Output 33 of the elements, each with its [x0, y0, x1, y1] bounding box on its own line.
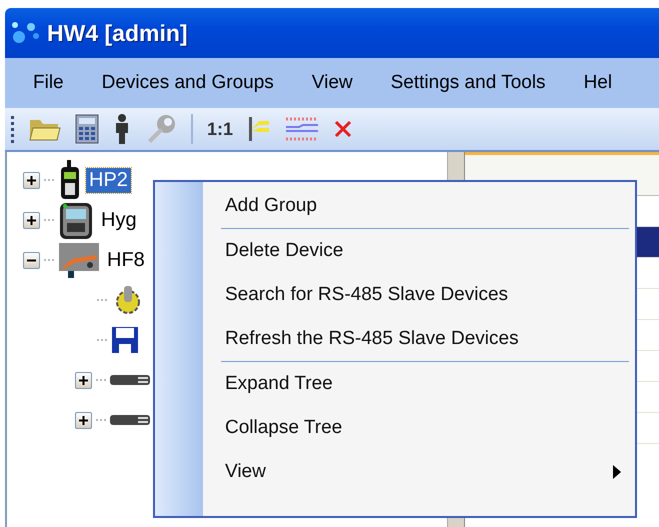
- person-icon[interactable]: [113, 114, 131, 144]
- submenu-entry[interactable]: View: [155, 450, 635, 494]
- expand-icon[interactable]: [26, 174, 37, 186]
- handheld-meter-icon: [58, 200, 94, 240]
- menu-item[interactable]: View: [312, 72, 353, 94]
- expand-icon[interactable]: [78, 414, 89, 426]
- expand-icon[interactable]: [78, 374, 89, 386]
- menu-item[interactable]: Settings and Tools: [390, 72, 546, 94]
- transmitter-icon: [58, 241, 100, 279]
- menu-entry[interactable]: Refresh the RS-485 Slave Devices: [155, 317, 635, 361]
- menu-item[interactable]: Hel: [584, 72, 612, 94]
- grip-icon: [11, 115, 15, 143]
- menu-entry[interactable]: Search for RS-485 Slave Devices: [155, 273, 635, 317]
- submenu-arrow-icon: [613, 465, 621, 479]
- line-chart-icon[interactable]: [285, 115, 320, 143]
- menu-entry[interactable]: Expand Tree: [155, 362, 635, 406]
- menu-entry[interactable]: Delete Device: [155, 229, 635, 273]
- expand-icon[interactable]: [26, 214, 37, 226]
- tree-item[interactable]: HF8: [104, 248, 148, 272]
- zoom-label[interactable]: 1:1: [207, 118, 234, 140]
- menu-item[interactable]: Devices and Groups: [102, 72, 274, 94]
- window-title: HW4 [admin]: [47, 20, 188, 46]
- close-icon[interactable]: [333, 119, 354, 139]
- flag-icon[interactable]: [247, 115, 272, 143]
- probe-icon: [110, 413, 150, 427]
- menu-entry[interactable]: Collapse Tree: [155, 406, 635, 450]
- calculator-icon[interactable]: [75, 114, 99, 144]
- menu-entry[interactable]: Add Group: [155, 184, 635, 228]
- tree-item[interactable]: Hyg: [98, 208, 140, 232]
- menu-item[interactable]: File: [33, 72, 64, 94]
- handheld-device-icon: [58, 160, 82, 200]
- probe-icon: [110, 373, 150, 387]
- tree-item[interactable]: HP2: [86, 168, 131, 192]
